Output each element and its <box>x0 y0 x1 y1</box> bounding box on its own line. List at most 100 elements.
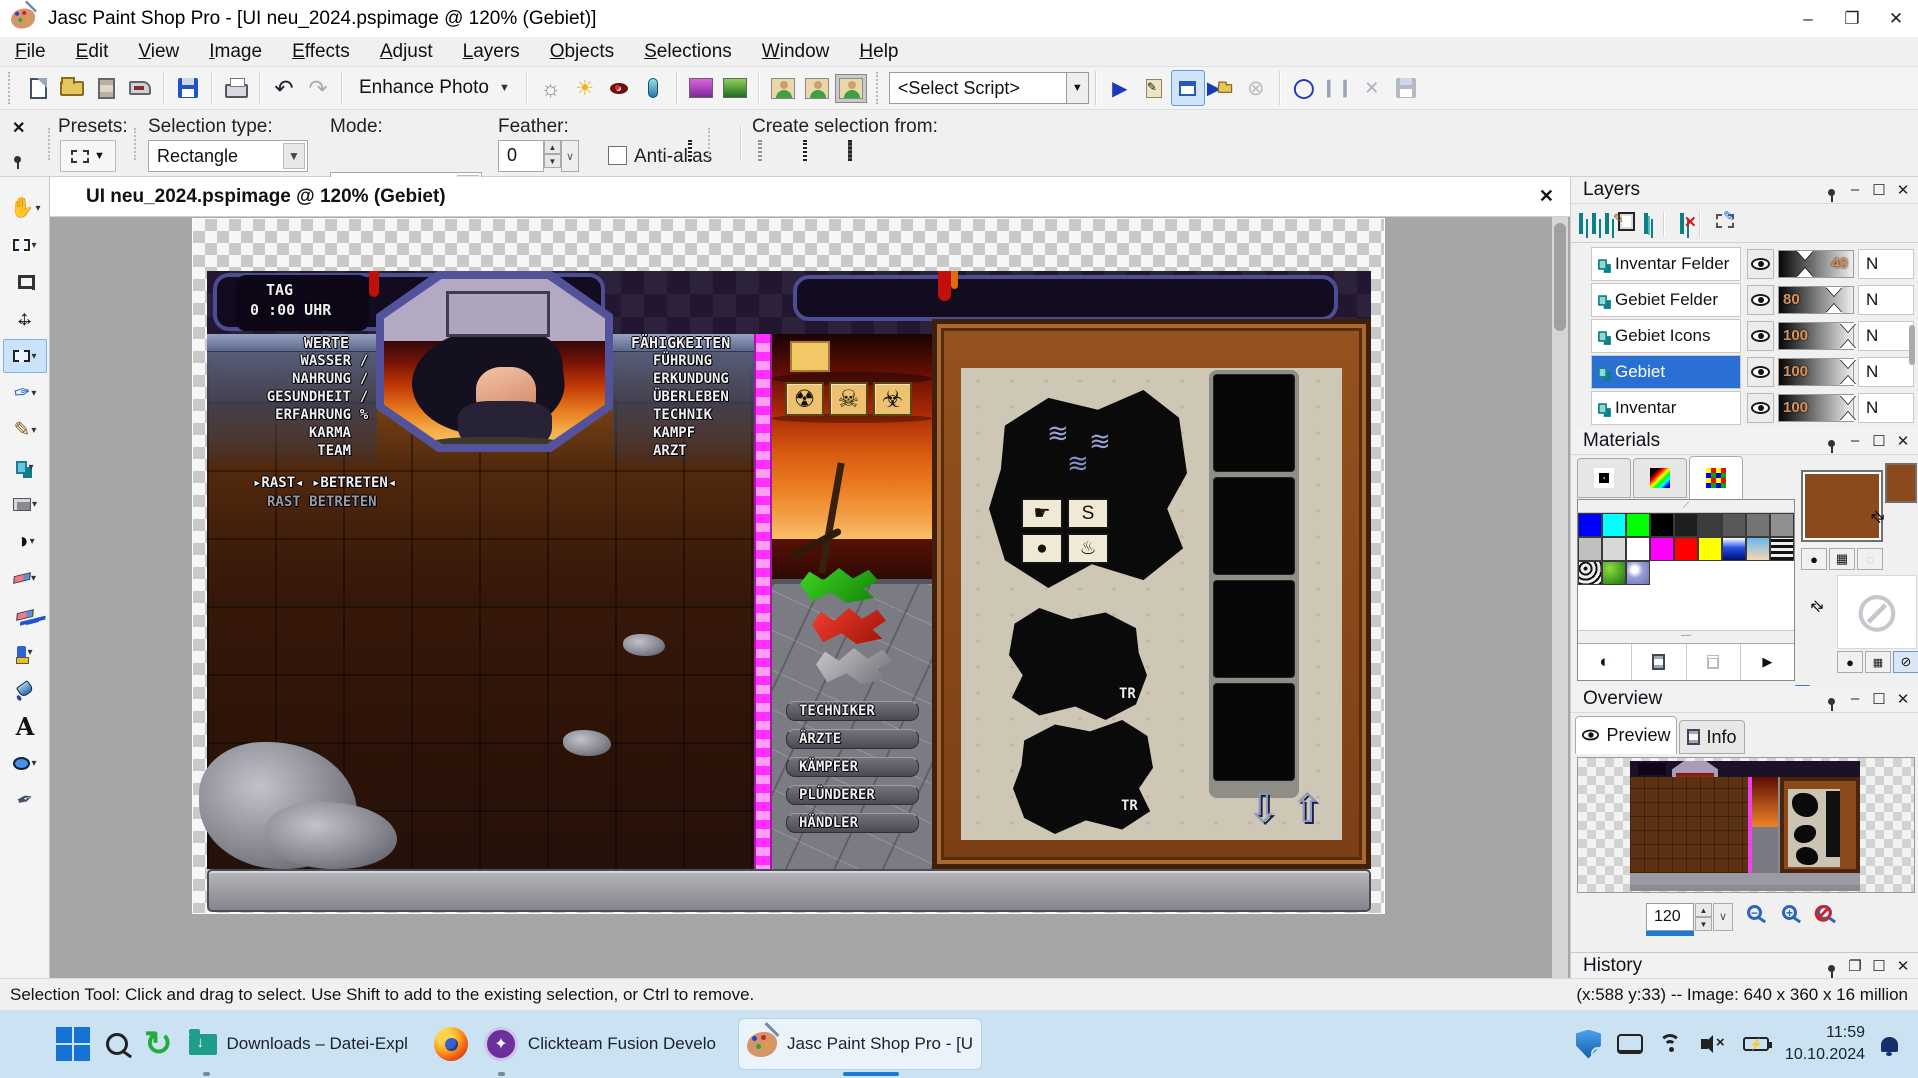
history-panel-header[interactable]: History ❐ ☐ ✕ <box>1571 952 1918 979</box>
layer-row-selected[interactable]: Gebiet 100 N <box>1573 355 1917 389</box>
layer-visibility-toggle[interactable] <box>1747 285 1774 315</box>
run-script-button[interactable]: ▶ <box>1103 70 1137 106</box>
eraser-tool-button[interactable]: ▾ <box>3 561 47 595</box>
new-art-media-layer-button[interactable]: ✎ <box>1605 215 1609 233</box>
taskbar-item-psp-active[interactable]: Jasc Paint Shop Pro - [U <box>738 1018 982 1070</box>
background-color-swatch[interactable] <box>1885 463 1917 503</box>
feather-spinner[interactable]: ▲▼ <box>544 140 561 168</box>
zoom-in-button[interactable]: + <box>1782 905 1797 920</box>
toolbar-grip[interactable] <box>8 72 13 104</box>
picture-tube-tool-button[interactable]: ▾ <box>3 635 47 669</box>
pen-tool-button[interactable]: ✒ <box>3 783 47 817</box>
crop-tool-button[interactable] <box>3 265 47 299</box>
menu-file[interactable]: File <box>0 39 61 65</box>
pin-icon[interactable] <box>1821 690 1841 707</box>
edit-selection-button[interactable]: ✎ <box>1716 214 1734 233</box>
swatch-pattern-green[interactable] <box>1602 561 1626 585</box>
flood-fill-tool-button[interactable] <box>3 672 47 706</box>
new-vector-layer-button[interactable] <box>1592 215 1596 233</box>
maximize-icon[interactable]: ☐ <box>1869 957 1889 975</box>
canvas-vertical-scrollbar[interactable] <box>1552 217 1568 978</box>
maximize-icon[interactable]: ☐ <box>1869 181 1889 199</box>
presets-dropdown[interactable]: ▼ <box>60 140 116 172</box>
swatch[interactable] <box>1602 513 1626 537</box>
image-canvas[interactable]: TAG 0 :00 UHR WERTE WASSER/ NAHRUNG/ GES… <box>192 218 1385 914</box>
swatch[interactable] <box>1578 513 1602 537</box>
layer-opacity-slider[interactable]: 100 <box>1778 358 1854 386</box>
paint-brush-tool-button[interactable]: ✎▾ <box>3 413 47 447</box>
menu-selections[interactable]: Selections <box>629 39 747 65</box>
swatch[interactable] <box>1626 537 1650 561</box>
swatch[interactable] <box>1698 537 1722 561</box>
layer-blend-mode[interactable]: N <box>1858 321 1914 351</box>
menu-layers[interactable]: Layers <box>448 39 535 65</box>
fg-transparent-button[interactable]: ◌ <box>1857 548 1883 570</box>
new-image-button[interactable] <box>21 70 55 106</box>
dodge-burn-tool-button[interactable]: ◑▾ <box>3 524 47 558</box>
portrait-3-button[interactable] <box>834 70 868 106</box>
menu-window[interactable]: Window <box>747 39 845 65</box>
swatch[interactable] <box>1674 537 1698 561</box>
print-button[interactable] <box>219 70 253 106</box>
bg-color-style-button[interactable]: ● <box>1837 651 1863 673</box>
zoom-out-button[interactable]: − <box>1747 905 1762 920</box>
browse-button[interactable] <box>89 70 123 106</box>
feather-slider-dropdown[interactable]: ∨ <box>561 140 579 172</box>
rainbow-tab[interactable] <box>1633 458 1687 498</box>
options-pin-button[interactable] <box>14 148 21 166</box>
foreground-color-swatch[interactable] <box>1801 470 1883 542</box>
swatch[interactable] <box>1626 513 1650 537</box>
clone-tool-button[interactable]: ▾ <box>3 450 47 484</box>
copy-button[interactable] <box>1632 644 1686 680</box>
anti-alias-checkbox[interactable] <box>608 146 627 165</box>
layer-opacity-slider[interactable]: 100 <box>1778 322 1854 350</box>
maximize-icon[interactable]: ☐ <box>1869 690 1889 708</box>
restore-button[interactable]: ❐ <box>1830 2 1874 36</box>
info-tab[interactable]: Info <box>1679 720 1745 754</box>
layer-opacity-slider[interactable]: 80 <box>1778 286 1854 314</box>
deform-tool-button[interactable]: ▾ <box>3 228 47 262</box>
close-icon[interactable]: ✕ <box>1893 690 1913 708</box>
maximize-icon[interactable]: ☐ <box>1869 432 1889 450</box>
tray-battery-icon[interactable]: ⚡ <box>1735 1018 1777 1070</box>
zoom-spinner[interactable]: ▲▼ <box>1695 903 1712 931</box>
tray-volume-muted-icon[interactable]: × <box>1693 1018 1735 1070</box>
background-eraser-tool-button[interactable] <box>3 598 47 632</box>
taskbar-item-firefox[interactable] <box>426 1018 476 1070</box>
stop-script-button[interactable]: ⊗ <box>1239 70 1273 106</box>
delete-swatch-button[interactable] <box>1687 644 1741 680</box>
new-raster-layer-button[interactable] <box>1579 215 1583 233</box>
enhance-photo-dropdown[interactable]: Enhance Photo ▼ <box>349 70 520 106</box>
pin-icon[interactable] <box>1821 181 1841 198</box>
selection-tool-button[interactable]: ▾ <box>3 339 47 373</box>
swatch-gradient-sky[interactable] <box>1746 537 1770 561</box>
image-sample-2-button[interactable] <box>718 70 752 106</box>
layer-visibility-toggle[interactable] <box>1747 321 1774 351</box>
materials-panel-header[interactable]: Materials – ☐ ✕ <box>1571 428 1918 455</box>
start-button[interactable] <box>48 1018 98 1070</box>
taskbar-item-clickteam[interactable]: ✦ Clickteam Fusion Develo <box>476 1018 724 1070</box>
swatch-pattern-zebra[interactable] <box>1578 561 1602 585</box>
taskbar-item-downloads[interactable]: Downloads – Datei-Expl <box>181 1018 416 1070</box>
menu-edit[interactable]: Edit <box>61 39 124 65</box>
overview-panel-header[interactable]: Overview – ☐ ✕ <box>1571 686 1918 713</box>
tray-touchpad-icon[interactable] <box>1609 1018 1651 1070</box>
scratch-remove-button[interactable] <box>636 70 670 106</box>
selection-from-mask-button[interactable] <box>758 142 762 160</box>
swatch[interactable] <box>1722 513 1746 537</box>
swatch[interactable] <box>1650 537 1674 561</box>
auto-enhance-button[interactable]: ☀ <box>568 70 602 106</box>
layer-row[interactable]: Inventar 100 N <box>1573 391 1917 425</box>
menu-adjust[interactable]: Adjust <box>365 39 448 65</box>
layer-row[interactable]: Gebiet Felder 80 N <box>1573 283 1917 317</box>
swatch[interactable] <box>1578 537 1602 561</box>
twain-acquire-button[interactable] <box>123 70 157 106</box>
new-layer-group-button[interactable] <box>1644 215 1648 233</box>
script-select-combobox[interactable]: <Select Script> <box>889 72 1067 104</box>
open-button[interactable] <box>55 70 89 106</box>
layers-scrollbar[interactable] <box>1909 325 1915 365</box>
fg-color-style-button[interactable]: ● <box>1801 548 1827 570</box>
portrait-2-button[interactable] <box>800 70 834 106</box>
close-icon[interactable]: ✕ <box>1893 181 1913 199</box>
layer-blend-mode[interactable]: N <box>1858 393 1914 423</box>
